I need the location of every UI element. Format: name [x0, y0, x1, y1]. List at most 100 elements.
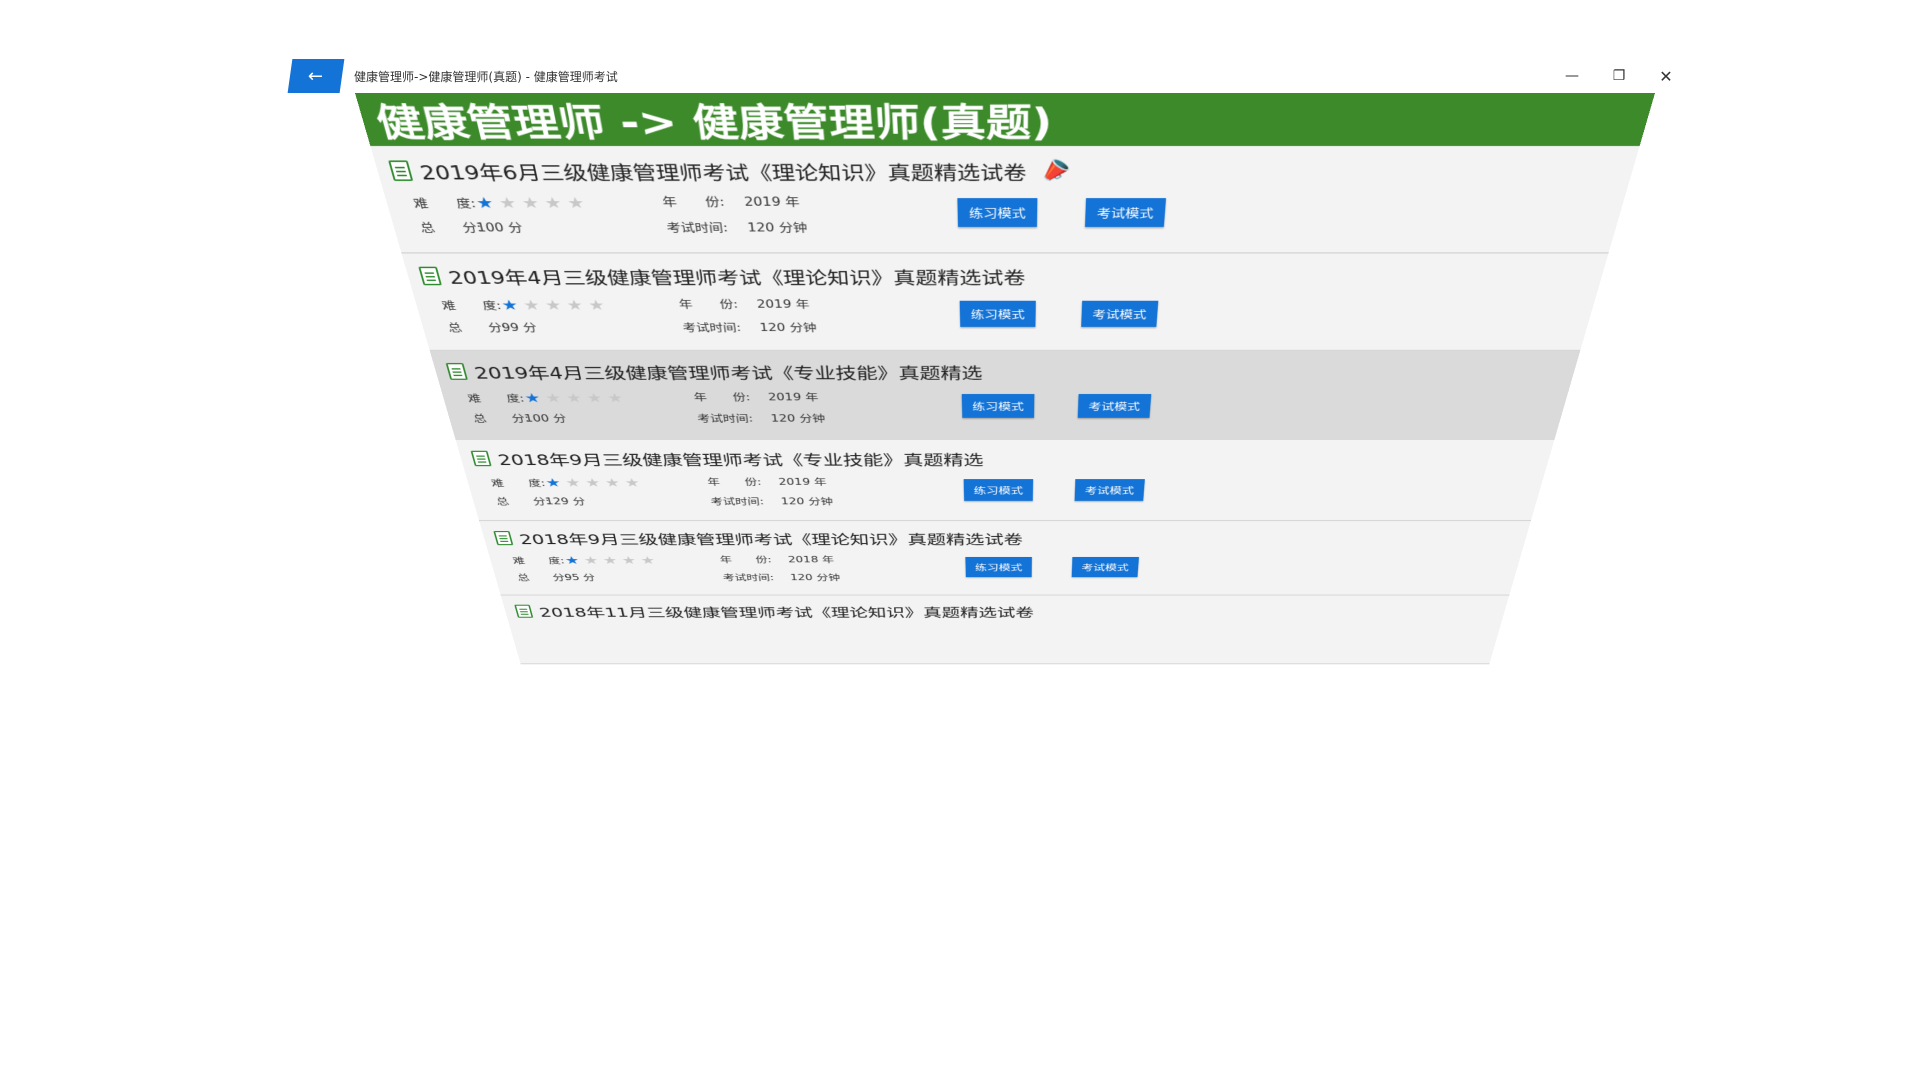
star-icon: ★: [543, 390, 563, 406]
total-score-label: 总 分:: [471, 412, 531, 425]
exam-mode-button[interactable]: 考试模式: [1074, 479, 1145, 501]
star-icon: ★: [620, 553, 638, 567]
star-icon: ★: [521, 296, 542, 314]
year-label: 年 份:: [661, 194, 726, 209]
star-icon: ★: [522, 390, 542, 406]
duration-value: 120 分钟: [746, 220, 808, 235]
exam-list-item[interactable]: 2019年4月三级健康管理师考试《理论知识》真题精选试卷难 度: ★ ★ ★ ★ ★ 年 份…: [401, 253, 1609, 352]
year-field: 年 份: 2018 年: [719, 554, 834, 565]
difficulty-field: 难 度: ★ ★ ★ ★ ★: [489, 476, 646, 490]
exam-mode-button[interactable]: 考试模式: [1071, 556, 1140, 578]
difficulty-rating: ★ ★ ★ ★ ★: [523, 390, 630, 405]
star-icon: ★: [583, 475, 602, 490]
duration-value: 120 分钟: [789, 572, 841, 583]
total-score-label: 总 分:: [446, 321, 508, 334]
exam-title-row: 2018年11月三级健康管理师考试《理论知识》真题精选试卷: [514, 603, 1507, 620]
year-value: 2019 年: [767, 391, 819, 403]
year-field: 年 份: 2019 年: [678, 297, 810, 312]
exam-title: 2019年6月三级健康管理师考试《理论知识》真题精选试卷: [417, 161, 1027, 184]
star-icon: ★: [582, 553, 600, 567]
exam-title: 2018年11月三级健康管理师考试《理论知识》真题精选试卷: [537, 605, 1035, 620]
year-value: 2019 年: [777, 476, 827, 488]
star-icon: ★: [543, 475, 563, 490]
duration-label: 考试时间:: [696, 412, 754, 425]
practice-mode-button[interactable]: 练习模式: [959, 300, 1036, 327]
page-title: 健康管理师 -> 健康管理师(真题): [355, 93, 1655, 146]
total-score-field: 总 分: 100 分: [418, 219, 524, 235]
practice-mode-button[interactable]: 练习模式: [957, 198, 1038, 227]
duration-value: 120 分钟: [770, 412, 826, 425]
difficulty-label: 难 度:: [440, 298, 503, 312]
content-stage: 健康管理师 -> 健康管理师(真题) 2019年6月三级健康管理师考试《理论知识…: [0, 0, 1920, 1080]
document-icon: [418, 266, 442, 286]
document-icon: [514, 604, 534, 618]
exam-list-item[interactable]: 2018年11月三级健康管理师考试《理论知识》真题精选试卷: [500, 595, 1510, 665]
difficulty-label: 难 度:: [489, 477, 547, 489]
difficulty-rating: ★ ★ ★ ★ ★: [500, 297, 612, 314]
star-icon: ★: [565, 193, 587, 212]
total-score-label: 总 分:: [418, 220, 484, 235]
content-page: 健康管理师 -> 健康管理师(真题) 2019年6月三级健康管理师考试《理论知识…: [355, 93, 1655, 665]
total-score-label: 总 分:: [516, 572, 570, 583]
exam-title: 2018年9月三级健康管理师考试《理论知识》真题精选试卷: [517, 531, 1023, 548]
practice-mode-button[interactable]: 练习模式: [965, 556, 1032, 578]
duration-label: 考试时间:: [709, 496, 765, 507]
practice-mode-button[interactable]: 练习模式: [963, 479, 1034, 501]
exam-mode-button[interactable]: 考试模式: [1081, 300, 1159, 327]
star-icon: ★: [473, 193, 496, 212]
difficulty-rating: ★ ★ ★ ★ ★: [474, 193, 592, 211]
total-score-field: 总 分: 129 分: [495, 495, 587, 507]
star-icon: ★: [639, 553, 657, 567]
exam-title-row: 2019年6月三级健康管理师考试《理论知识》真题精选试卷 📣: [387, 153, 1636, 188]
year-field: 年 份: 2019 年: [706, 476, 827, 488]
star-icon: ★: [564, 296, 585, 314]
total-score-label: 总 分:: [494, 496, 551, 507]
star-icon: ★: [605, 390, 625, 406]
star-icon: ★: [543, 296, 563, 314]
exam-title-row: 2018年9月三级健康管理师考试《理论知识》真题精选试卷: [493, 529, 1529, 548]
star-icon: ★: [601, 553, 619, 567]
document-icon: [493, 531, 514, 546]
year-field: 年 份: 2019 年: [693, 390, 819, 403]
megaphone-icon: 📣: [1035, 153, 1077, 188]
difficulty-rating: ★ ★ ★ ★ ★: [563, 554, 661, 567]
star-icon: ★: [585, 390, 604, 406]
year-value: 2018 年: [787, 554, 835, 565]
duration-label: 考试时间:: [681, 321, 742, 334]
difficulty-rating: ★ ★ ★ ★ ★: [544, 476, 646, 490]
difficulty-field: 难 度: ★ ★ ★ ★ ★: [411, 193, 592, 211]
star-icon: ★: [623, 475, 641, 490]
total-score-value: 99 分: [500, 321, 539, 334]
exam-title: 2019年4月三级健康管理师考试《专业技能》真题精选: [472, 363, 983, 383]
exam-mode-button[interactable]: 考试模式: [1077, 393, 1152, 418]
exam-list-item[interactable]: 2019年6月三级健康管理师考试《理论知识》真题精选试卷 📣 难 度: ★ ★ ★ ★ ★ 年 …: [370, 145, 1640, 254]
exam-mode-button[interactable]: 考试模式: [1084, 198, 1167, 227]
duration-field: 考试时间: 120 分钟: [681, 320, 817, 334]
star-icon: ★: [519, 193, 541, 212]
year-label: 年 份:: [706, 476, 762, 488]
year-label: 年 份:: [719, 554, 773, 565]
star-icon: ★: [563, 553, 581, 567]
year-field: 年 份: 2019 年: [661, 193, 800, 209]
star-icon: ★: [586, 296, 607, 314]
year-label: 年 份:: [677, 297, 739, 311]
exam-title-row: 2019年4月三级健康管理师考试《理论知识》真题精选试卷: [417, 264, 1605, 288]
star-icon: ★: [496, 193, 519, 212]
difficulty-label: 难 度:: [411, 196, 478, 210]
exam-list-panel[interactable]: 健康管理师 -> 健康管理师(真题) 2019年6月三级健康管理师考试《理论知识…: [355, 93, 1655, 665]
document-icon: [470, 450, 492, 467]
total-score-field: 总 分: 100 分: [471, 412, 567, 425]
exam-list-item[interactable]: 2019年4月三级健康管理师考试《专业技能》真题精选难 度: ★ ★ ★ ★ ★ 年 份: 2…: [429, 351, 1581, 440]
star-icon: ★: [603, 475, 622, 490]
total-score-value: 100 分: [475, 220, 524, 235]
exam-title-row: 2019年4月三级健康管理师考试《专业技能》真题精选: [445, 360, 1578, 382]
exam-list: 2019年6月三级健康管理师考试《理论知识》真题精选试卷 📣 难 度: ★ ★ ★ ★ ★ 年 …: [370, 145, 1640, 665]
star-icon: ★: [542, 193, 564, 212]
exam-title: 2019年4月三级健康管理师考试《理论知识》真题精选试卷: [446, 267, 1026, 288]
total-score-value: 100 分: [523, 412, 568, 425]
practice-mode-button[interactable]: 练习模式: [961, 393, 1035, 418]
exam-list-item[interactable]: 2018年9月三级健康管理师考试《理论知识》真题精选试卷难 度: ★ ★ ★ ★ ★ 年 份…: [479, 521, 1531, 596]
document-icon: [388, 160, 414, 181]
difficulty-field: 难 度: ★ ★ ★ ★ ★: [440, 297, 612, 314]
exam-list-item[interactable]: 2018年9月三级健康管理师考试《专业技能》真题精选难 度: ★ ★ ★ ★ ★ 年 份: 2…: [455, 439, 1555, 522]
